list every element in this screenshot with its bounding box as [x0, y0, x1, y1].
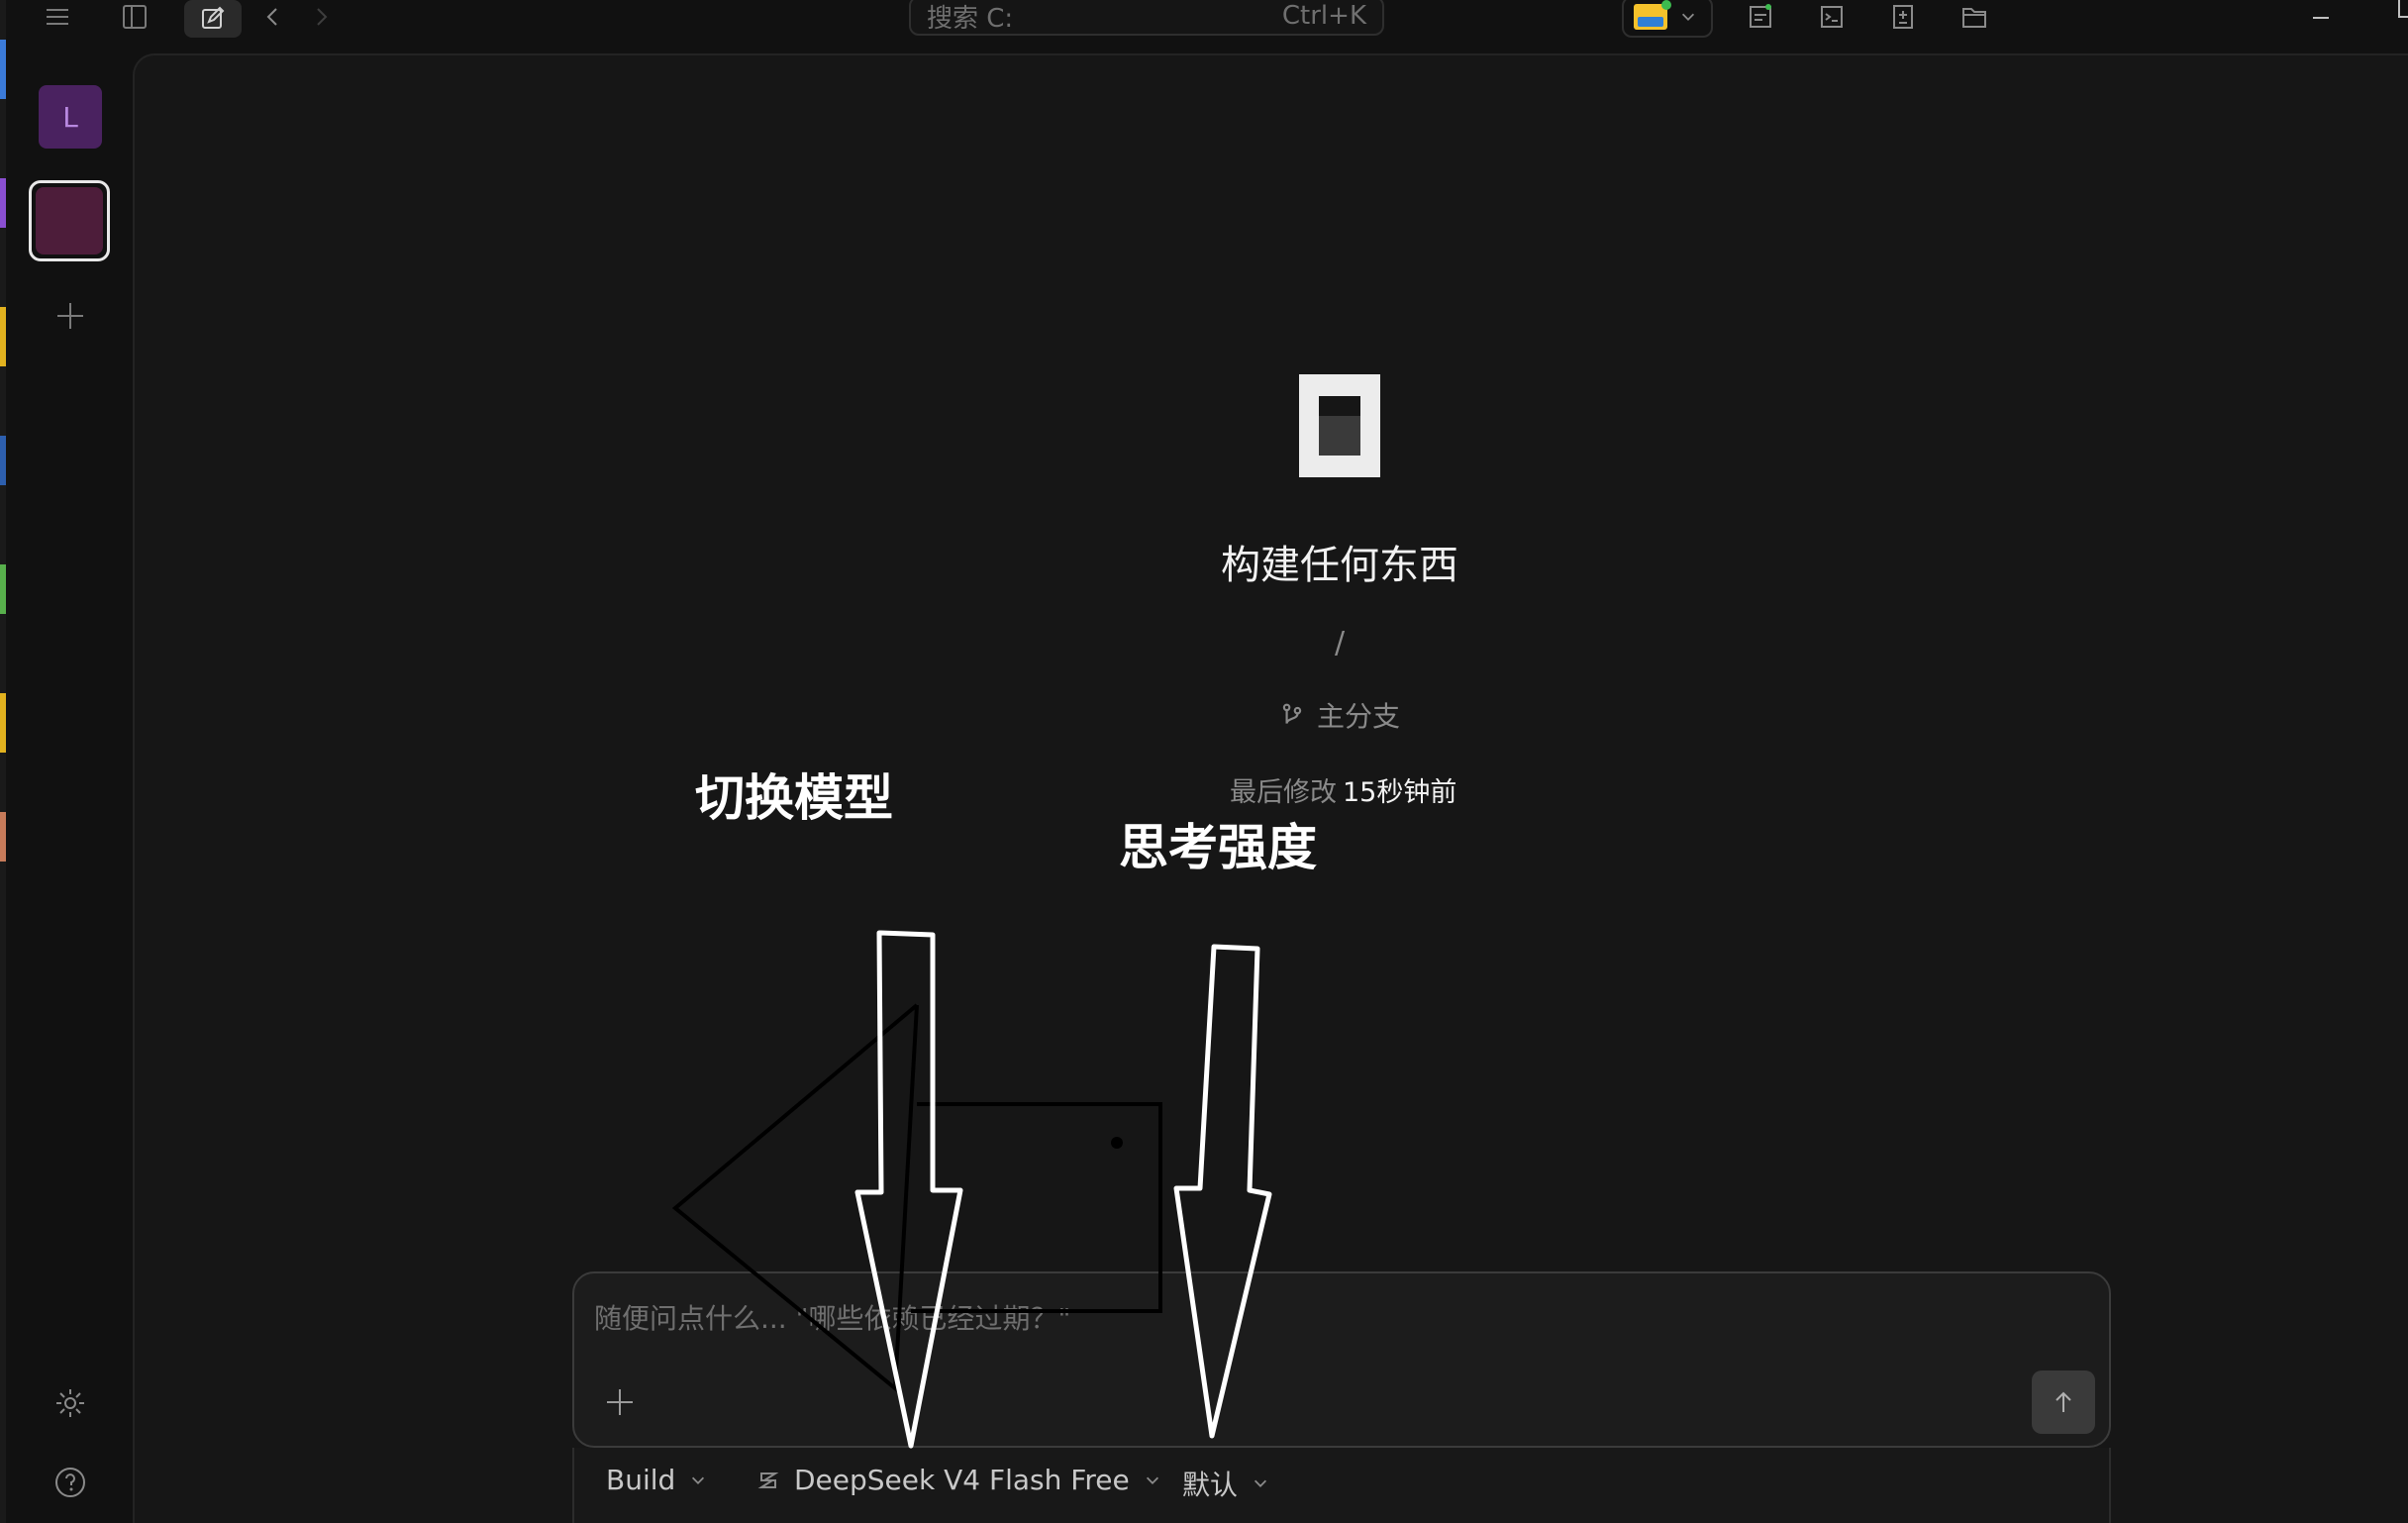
variant-label: 默认 — [1182, 1469, 1239, 1501]
chevron-down-icon — [1254, 1479, 1267, 1487]
send-button[interactable] — [2032, 1371, 2095, 1434]
open-folder-button[interactable] — [1622, 0, 1713, 38]
branch-name: 主分支 — [1317, 700, 1401, 733]
branch-icon — [1282, 703, 1302, 724]
plus-icon[interactable] — [53, 299, 87, 333]
composer — [572, 1271, 2111, 1448]
files-icon[interactable] — [1953, 0, 1996, 34]
mode-label: Build — [606, 1464, 676, 1496]
prompt-input[interactable] — [594, 1295, 1881, 1341]
app-window: 搜索 C: Ctrl+K L 构建任何东西 / 主分支 最后修改 15秒钟前 切… — [0, 0, 2408, 1523]
model-label: DeepSeek V4 Flash Free — [794, 1464, 1130, 1496]
variant-selector[interactable]: 默认 — [1182, 1464, 1269, 1503]
last-modified: 最后修改 15秒钟前 — [1230, 770, 1456, 809]
status-dot — [1661, 0, 1671, 10]
file-diff-icon[interactable] — [1881, 0, 1925, 34]
new-chat-icon[interactable] — [184, 0, 242, 38]
project-avatar-selected[interactable] — [29, 180, 110, 261]
branch-label[interactable]: 主分支 — [1279, 695, 1400, 735]
annotation-thinking-strength: 思考强度 — [1119, 819, 1317, 876]
model-icon — [757, 1472, 779, 1488]
last-modified-value: 15秒钟前 — [1343, 777, 1457, 808]
review-icon[interactable] — [1739, 0, 1782, 34]
app-logo — [1299, 374, 1380, 477]
project-rail: L — [6, 53, 133, 1523]
menu-icon[interactable] — [36, 0, 79, 34]
chevron-down-icon — [1681, 13, 1695, 21]
chevron-down-icon — [692, 1476, 705, 1484]
gear-icon[interactable] — [53, 1386, 87, 1420]
search-shortcut: Ctrl+K — [1281, 1, 1366, 31]
search-box[interactable]: 搜索 C: Ctrl+K — [909, 0, 1384, 36]
attach-plus-icon[interactable] — [600, 1382, 640, 1422]
help-icon[interactable] — [53, 1466, 87, 1499]
last-modified-label: 最后修改 — [1230, 777, 1337, 808]
sidebar-toggle-icon[interactable] — [113, 0, 156, 34]
maximize-icon[interactable] — [2398, 0, 2408, 18]
model-selector[interactable]: DeepSeek V4 Flash Free — [756, 1464, 1161, 1496]
annotation-switch-model: 切换模型 — [695, 769, 893, 827]
back-icon[interactable] — [251, 0, 295, 34]
minimize-icon[interactable] — [2299, 0, 2343, 34]
project-avatar[interactable]: L — [39, 85, 102, 149]
title-bar: 搜索 C: Ctrl+K — [6, 0, 2408, 53]
project-path: / — [1334, 626, 1346, 660]
search-placeholder: 搜索 C: — [927, 3, 1014, 34]
chevron-down-icon — [1146, 1476, 1158, 1484]
mode-selector[interactable]: Build — [606, 1464, 707, 1496]
terminal-icon[interactable] — [1810, 0, 1854, 34]
send-icon — [2056, 1391, 2071, 1412]
forward-icon[interactable] — [299, 0, 343, 34]
page-title: 构建任何东西 — [1221, 543, 1458, 588]
composer-footer: Build DeepSeek V4 Flash Free 默认 — [572, 1448, 2111, 1523]
